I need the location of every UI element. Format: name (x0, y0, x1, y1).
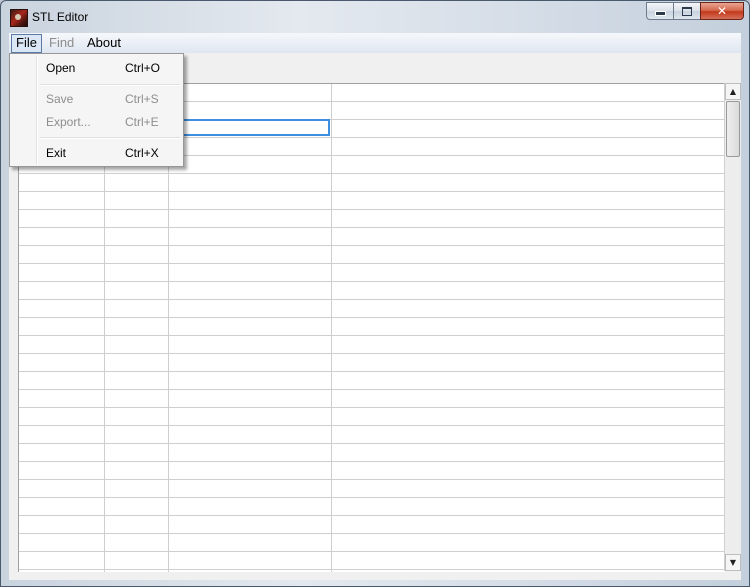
menu-item-exit[interactable]: Exit Ctrl+X (12, 142, 181, 164)
menu-about[interactable]: About (83, 34, 125, 51)
vertical-scrollbar[interactable]: ▲ ▼ (724, 83, 741, 571)
menu-separator (40, 84, 180, 86)
menu-item-open[interactable]: Open Ctrl+O (12, 57, 181, 79)
app-window: STL Editor ✕ File Find About ▲ ▼ Open Ct… (0, 0, 750, 587)
scroll-down-button[interactable]: ▼ (725, 554, 741, 571)
maximize-icon (682, 6, 692, 16)
close-button[interactable]: ✕ (700, 2, 744, 20)
menu-separator (40, 137, 180, 139)
menu-bar: File Find About (9, 33, 741, 54)
menu-item-save[interactable]: Save Ctrl+S (12, 88, 181, 110)
scrollbar-thumb[interactable] (726, 101, 740, 157)
menu-item-export[interactable]: Export... Ctrl+E (12, 111, 181, 133)
minimize-icon (654, 11, 666, 16)
maximize-button[interactable] (673, 2, 700, 20)
app-icon[interactable] (10, 9, 28, 27)
arrow-up-icon: ▲ (729, 87, 737, 96)
window-controls: ✕ (646, 2, 744, 20)
title-bar[interactable]: STL Editor ✕ (1, 1, 749, 33)
arrow-down-icon: ▼ (729, 558, 737, 567)
scroll-up-button[interactable]: ▲ (725, 83, 741, 100)
grid-column-divider (331, 84, 332, 572)
file-menu-dropdown: Open Ctrl+O Save Ctrl+S Export... Ctrl+E… (9, 53, 184, 167)
close-icon: ✕ (716, 4, 728, 18)
menu-find[interactable]: Find (45, 34, 78, 51)
selected-cell[interactable] (167, 119, 330, 136)
menu-file[interactable]: File (11, 34, 42, 53)
window-title: STL Editor (32, 10, 89, 24)
minimize-button[interactable] (646, 2, 673, 20)
